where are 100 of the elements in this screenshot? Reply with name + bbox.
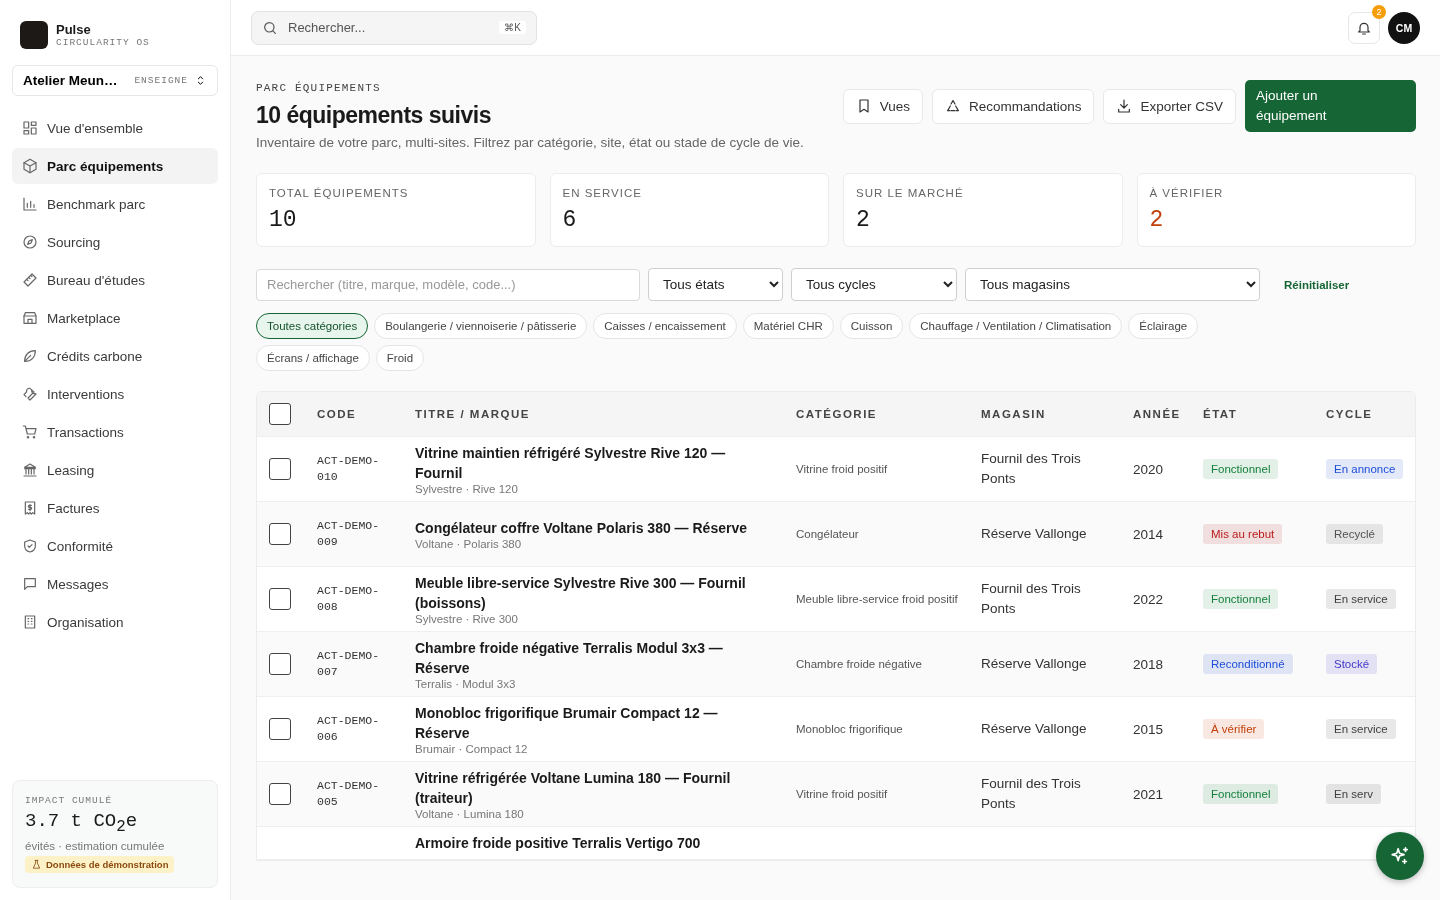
- store-icon: [22, 310, 38, 326]
- sidebar-item[interactable]: Bureau d'études: [12, 262, 218, 298]
- cube-icon: [22, 158, 38, 174]
- row-checkbox[interactable]: [269, 718, 291, 740]
- category-chip[interactable]: Caisses / encaissement: [593, 313, 737, 339]
- impact-label: IMPACT CUMULÉ: [25, 795, 113, 807]
- asset-code: ACT-DEMO-009: [317, 518, 381, 550]
- state-badge: Reconditionné: [1203, 654, 1293, 674]
- year-text: 2018: [1133, 657, 1164, 672]
- sidebar-item[interactable]: Organisation: [12, 604, 218, 640]
- asset-code: ACT-DEMO-008: [317, 583, 381, 615]
- filter-search-field[interactable]: Rechercher (titre, marque, modèle, code...): [256, 268, 640, 301]
- toolbar-button[interactable]: Exporter CSV: [1103, 88, 1236, 124]
- notification-count: 2: [1372, 4, 1386, 19]
- column-header: TITRE / MARQUE: [415, 408, 531, 420]
- search-input[interactable]: Rechercher...: [286, 19, 492, 36]
- column-header: CATÉGORIE: [796, 408, 878, 420]
- stat-value: 2: [856, 207, 871, 233]
- search-icon: [262, 19, 278, 36]
- category-text: Vitrine froid positif: [796, 787, 889, 802]
- add-equipment-button[interactable]: Ajouter un équipement: [1245, 80, 1416, 132]
- sidebar-item[interactable]: Benchmark parc: [12, 186, 218, 222]
- sidebar-item[interactable]: Crédits carbone: [12, 338, 218, 374]
- stat-label: SUR LE MARCHÉ: [856, 187, 965, 199]
- sidebar-item[interactable]: Interventions: [12, 376, 218, 412]
- bank-icon: [22, 462, 38, 478]
- store-name: Fournil des Trois Ponts: [981, 580, 1082, 618]
- shortcut-hint: ⌘K: [499, 21, 526, 34]
- reset-link[interactable]: Réinitialiser: [1278, 277, 1356, 292]
- sidebar-item[interactable]: Transactions: [12, 414, 218, 450]
- sidebar-item[interactable]: Leasing: [12, 452, 218, 488]
- sparkle-icon: [1389, 845, 1411, 867]
- category-chip[interactable]: Boulangerie / viennoiserie / pâtisserie: [374, 313, 588, 339]
- category-text: Chambre froide négative: [796, 657, 923, 672]
- row-checkbox[interactable]: [269, 783, 291, 805]
- logo-icon: [20, 21, 48, 49]
- category-chip[interactable]: Écrans / affichage: [256, 345, 370, 371]
- building-icon: [22, 614, 38, 630]
- receipt-icon: [22, 500, 38, 516]
- store-name: Réserve Vallonge: [981, 720, 1088, 738]
- asset-title[interactable]: Meuble libre-service Sylvestre Rive 300 — Fournil (boissons): [415, 573, 796, 613]
- sidebar-item[interactable]: Messages: [12, 566, 218, 602]
- stat-value: 6: [562, 207, 578, 233]
- asset-title[interactable]: Chambre froide négative Terralis Modul 3x3 — Réserve: [415, 638, 796, 678]
- asset-title[interactable]: Vitrine maintien réfrigéré Sylvestre Rive 120 — Fournil: [415, 443, 796, 483]
- search-field[interactable]: Rechercher... ⌘K: [251, 10, 537, 45]
- row-checkbox[interactable]: [269, 588, 291, 610]
- assistant-button[interactable]: [1376, 832, 1424, 880]
- category-chip[interactable]: Éclairage: [1128, 313, 1199, 339]
- stat-value: 10: [269, 207, 298, 233]
- category-chip[interactable]: Chauffage / Ventilation / Climatisation: [909, 313, 1123, 339]
- category-chip[interactable]: Toutes catégories: [256, 313, 369, 339]
- select-all-checkbox[interactable]: [269, 403, 291, 425]
- state-badge: Fonctionnel: [1203, 784, 1279, 804]
- category-chip[interactable]: Matériel CHR: [742, 313, 834, 339]
- asset-brand: Sylvestre · Rive 120: [415, 483, 519, 495]
- bar-chart-icon: [22, 196, 38, 212]
- category-text: Vitrine froid positif: [796, 462, 889, 477]
- filter-dropdown[interactable]: Tous cycles: [791, 268, 957, 301]
- sidebar-item[interactable]: Conformité: [12, 528, 218, 564]
- row-checkbox[interactable]: [269, 653, 291, 675]
- year-text: 2021: [1133, 787, 1164, 802]
- row-checkbox[interactable]: [269, 523, 291, 545]
- store-name: Fournil des Trois Ponts: [981, 775, 1082, 813]
- message-icon: [22, 576, 38, 592]
- category-chip[interactable]: Cuisson: [839, 313, 904, 339]
- asset-title[interactable]: Congélateur coffre Voltane Polaris 380 — Réserve: [415, 518, 796, 538]
- notifications-button[interactable]: [1348, 11, 1380, 44]
- filter-dropdown[interactable]: Tous états: [648, 268, 783, 301]
- cycle-badge: En annonce: [1326, 459, 1404, 479]
- cycle-badge: Stocké: [1326, 654, 1378, 674]
- asset-title[interactable]: Monobloc frigorifique Brumair Compact 12 — Réserve: [415, 703, 796, 743]
- sidebar-item[interactable]: Factures: [12, 490, 218, 526]
- user-avatar[interactable]: CM: [1388, 11, 1420, 44]
- org-switcher[interactable]: Atelier Meun… ENSEIGNE: [12, 65, 218, 96]
- sidebar-item[interactable]: Marketplace: [12, 300, 218, 336]
- shield-icon: [22, 538, 38, 554]
- sidebar-item[interactable]: Parc équipements: [12, 148, 218, 184]
- column-header: ÉTAT: [1203, 408, 1239, 420]
- stat-label: TOTAL ÉQUIPEMENTS: [269, 187, 410, 199]
- asset-title[interactable]: Vitrine réfrigérée Voltane Lumina 180 — Fournil (traiteur): [415, 768, 796, 808]
- toolbar-button[interactable]: Recommandations: [931, 88, 1095, 124]
- brand-tagline: CIRCULARITY OS: [56, 37, 150, 48]
- impact-caption: évités · estimation cumulée: [25, 840, 165, 852]
- asset-code: ACT-DEMO-010: [317, 453, 381, 485]
- year-text: 2015: [1133, 722, 1164, 737]
- state-badge: Fonctionnel: [1203, 589, 1279, 609]
- leaf-icon: [22, 348, 38, 364]
- asset-brand: Sylvestre · Rive 300: [415, 613, 519, 625]
- sidebar-item[interactable]: Sourcing: [12, 224, 218, 260]
- asset-code: ACT-DEMO-007: [317, 648, 381, 680]
- row-checkbox[interactable]: [269, 458, 291, 480]
- sidebar-item[interactable]: Vue d'ensemble: [12, 110, 218, 146]
- category-chip[interactable]: Froid: [375, 345, 425, 371]
- asset-title[interactable]: Armoire froide positive Terralis Vertigo 700: [415, 833, 796, 853]
- stat-label: EN SERVICE: [562, 187, 643, 199]
- category-text: Congélateur: [796, 527, 860, 542]
- ruler-icon: [22, 272, 38, 288]
- toolbar-button[interactable]: Vues: [842, 88, 923, 124]
- filter-dropdown[interactable]: Tous magasins: [965, 268, 1260, 301]
